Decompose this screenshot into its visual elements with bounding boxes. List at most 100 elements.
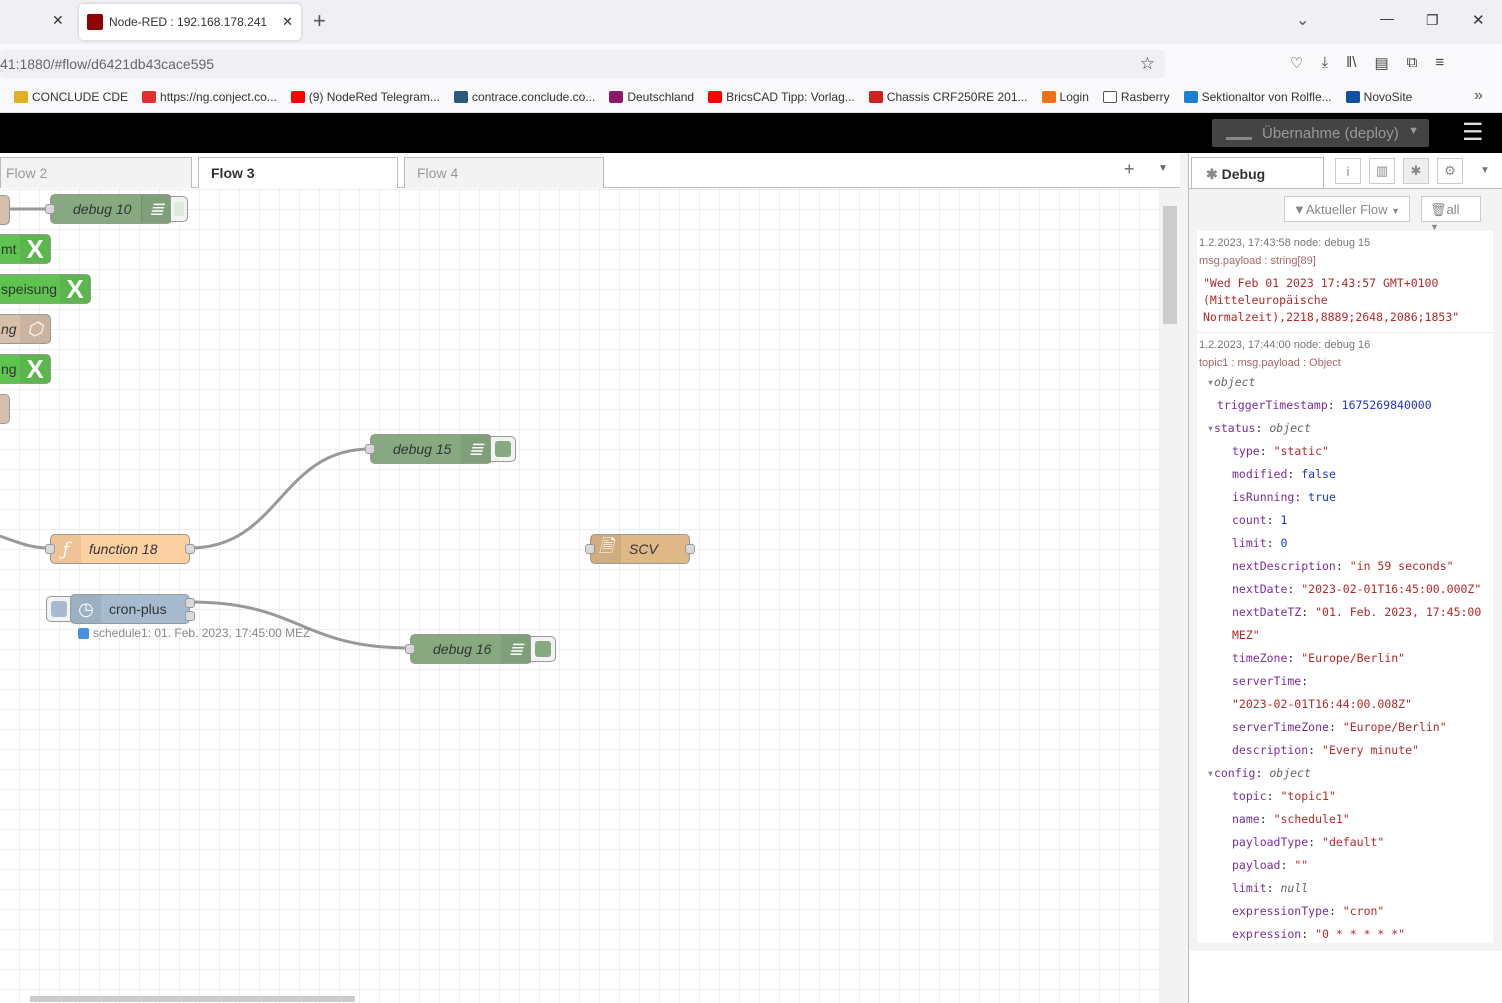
browser-tab-active[interactable]: Node-RED : 192.168.178.241 ✕ — [79, 4, 301, 40]
debug-filter-button[interactable]: ▼Aktueller Flow ▼ — [1284, 196, 1410, 222]
scv-node[interactable]: 🗎 SCV — [585, 534, 695, 564]
bug-icon: ✱ — [1206, 166, 1218, 182]
add-flow-icon[interactable]: + — [1124, 159, 1135, 180]
bookmark-label: https://ng.conject.co... — [160, 90, 277, 104]
message-topic: msg.payload : string[89] — [1199, 255, 1316, 267]
bookmark-favicon-icon — [1041, 91, 1056, 103]
bookmark-item[interactable]: contrace.conclude.co... — [453, 90, 595, 104]
tree-row: type: "static" — [1232, 444, 1329, 458]
bookmark-item[interactable]: Rasberry — [1102, 90, 1170, 104]
bookmark-item[interactable]: CONCLUDE CDE — [14, 90, 128, 104]
sidebar-dropdown-icon[interactable]: ▼ — [1480, 165, 1490, 176]
debug-10-toggle[interactable] — [170, 196, 188, 222]
close-tab-icon[interactable]: ✕ — [52, 12, 64, 29]
ng-node[interactable]: ng ⬡ — [0, 314, 51, 344]
bookmark-item[interactable]: https://ng.conject.co... — [142, 90, 277, 104]
bookmark-star-icon[interactable]: ☆ — [1140, 54, 1155, 74]
bookmark-item[interactable]: Deutschland — [609, 90, 694, 104]
horizontal-scrollbar[interactable] — [30, 996, 355, 1002]
message-meta: 1.2.2023, 17:43:58 node: debug 15 — [1199, 237, 1371, 249]
tree-value: object — [1269, 421, 1311, 435]
clear-debug-button[interactable]: 🗑all ▼ — [1421, 196, 1481, 232]
bookmark-item[interactable]: Sektionaltor von Rolfle... — [1183, 90, 1332, 104]
debug-bug-icon[interactable]: ✱ — [1403, 158, 1429, 184]
tree-value: 0 — [1280, 536, 1288, 550]
debug-message[interactable]: 1.2.2023, 17:43:58 node: debug 15 msg.pa… — [1197, 231, 1493, 333]
tree-row: count: 1 — [1232, 513, 1288, 527]
tree-row: limit: 0 — [1232, 536, 1288, 550]
menu-icon[interactable]: ≡ — [1435, 54, 1444, 72]
tree-value: object — [1213, 375, 1256, 389]
tree-key: nextDescription — [1232, 559, 1336, 573]
tree-value: "" — [1294, 858, 1309, 872]
config-gear-icon[interactable]: ⚙ — [1437, 158, 1463, 184]
bookmark-item[interactable]: Login — [1041, 90, 1089, 104]
tree-key: description — [1232, 743, 1309, 757]
deploy-label: Übernahme (deploy) — [1262, 124, 1399, 142]
timer-icon: ◷ — [71, 595, 101, 623]
expand-toggle-icon[interactable]: ▾ — [1207, 375, 1214, 389]
mt-node[interactable]: mt X — [0, 234, 51, 264]
debug-16-node[interactable]: debug 16 ≣ — [405, 634, 532, 664]
restore-icon[interactable]: ❐ — [1426, 12, 1439, 29]
tree-row: serverTimeZone: "Europe/Berlin" — [1232, 720, 1447, 734]
debug-15-node[interactable]: debug 15 ≣ — [365, 434, 492, 464]
close-tab-icon[interactable]: ✕ — [282, 14, 293, 30]
pocket-icon[interactable]: ♡ — [1290, 54, 1303, 72]
more-bookmarks-icon[interactable]: » — [1474, 87, 1483, 105]
extensions-icon[interactable]: ⧉ — [1407, 54, 1418, 72]
vertical-scrollbar[interactable] — [1160, 188, 1180, 1003]
library-icon[interactable]: ‖\ — [1346, 54, 1356, 72]
excel-x-icon: X — [20, 234, 50, 264]
trash-icon: 🗑 — [1430, 202, 1447, 217]
tree-row: nextDateTZ: "01. Feb. 2023, 17:45:00 MEZ… — [1232, 605, 1489, 642]
tree-value: "2023-02-01T16:44:00.008Z" — [1232, 697, 1413, 711]
tree-row[interactable]: ▾config: object — [1199, 762, 1489, 785]
main-menu-icon[interactable]: ☰ — [1462, 118, 1484, 147]
file-icon: 🗎 — [591, 535, 621, 563]
url-field[interactable]: 41:1880/#flow/d6421db43cace595 ☆ — [0, 50, 1165, 78]
tab-flow-3[interactable]: Flow 3 — [198, 157, 398, 189]
help-book-icon[interactable]: ▥ — [1369, 158, 1395, 184]
speisung-node[interactable]: speisung X — [0, 274, 91, 304]
bookmark-item[interactable]: (9) NodeRed Telegram... — [290, 90, 440, 104]
debug-16-toggle[interactable] — [530, 636, 556, 662]
tree-value: "in 59 seconds" — [1349, 559, 1454, 573]
sidebar-toggle-icon[interactable]: ▤ — [1374, 54, 1388, 72]
sidebar-tab-debug[interactable]: ✱ Debug — [1191, 157, 1324, 189]
tree-row: payload: "" — [1232, 858, 1309, 872]
function-18-node[interactable]: ƒ function 18 — [45, 534, 195, 564]
debug-message[interactable]: 1.2.2023, 17:44:00 node: debug 16 topic1… — [1197, 333, 1493, 943]
node-red-favicon-icon — [87, 14, 103, 30]
message-payload: "Wed Feb 01 2023 17:43:57 GMT+0100 (Mitt… — [1203, 276, 1460, 324]
bookmark-item[interactable]: NovoSite — [1345, 90, 1412, 104]
new-tab-icon[interactable]: + — [313, 8, 326, 34]
flow-canvas[interactable]: debug 10 ≣ mt X speisung X ng ⬡ ng X debug 1… — [0, 188, 1160, 1003]
close-window-icon[interactable]: ✕ — [1472, 11, 1485, 29]
ng-node-2[interactable]: ng X — [0, 354, 51, 384]
flow-list-icon[interactable]: ▼ — [1158, 163, 1168, 174]
debug-10-node[interactable]: debug 10 ≣ — [45, 194, 172, 224]
tab-list-chevron-icon[interactable]: ⌄ — [1296, 10, 1309, 30]
minimize-icon[interactable]: — — [1380, 10, 1394, 26]
expand-toggle-icon[interactable]: ▾ — [1207, 766, 1214, 780]
bookmark-item[interactable]: Chassis CRF250RE 201... — [868, 90, 1028, 104]
tab-flow-2[interactable]: Flow 2 — [0, 157, 192, 188]
tree-value: 1 — [1280, 513, 1288, 527]
info-icon[interactable]: i — [1335, 158, 1361, 184]
bookmark-item[interactable]: BricsCAD Tipp: Vorlag... — [708, 90, 855, 104]
debug-15-toggle[interactable] — [490, 436, 516, 462]
bookmark-label: BricsCAD Tipp: Vorlag... — [726, 90, 855, 104]
sidebar-separator[interactable] — [1180, 153, 1188, 1003]
download-icon[interactable]: ⤓ — [1321, 54, 1328, 72]
deploy-button[interactable]: Übernahme (deploy) ▼ — [1212, 119, 1429, 147]
tree-row[interactable]: ▾status: object — [1199, 417, 1489, 440]
clipped-node[interactable] — [0, 195, 10, 225]
message-meta: 1.2.2023, 17:44:00 node: debug 16 — [1199, 339, 1371, 351]
clipped-node[interactable] — [0, 394, 10, 424]
expand-toggle-icon[interactable]: ▾ — [1207, 421, 1214, 435]
deploy-dropdown-icon[interactable]: ▼ — [1408, 125, 1419, 137]
tree-row[interactable]: ▾object — [1199, 371, 1489, 394]
tab-flow-4[interactable]: Flow 4 — [404, 157, 604, 188]
cron-plus-node[interactable]: ◷ cron-plus — [70, 594, 195, 624]
